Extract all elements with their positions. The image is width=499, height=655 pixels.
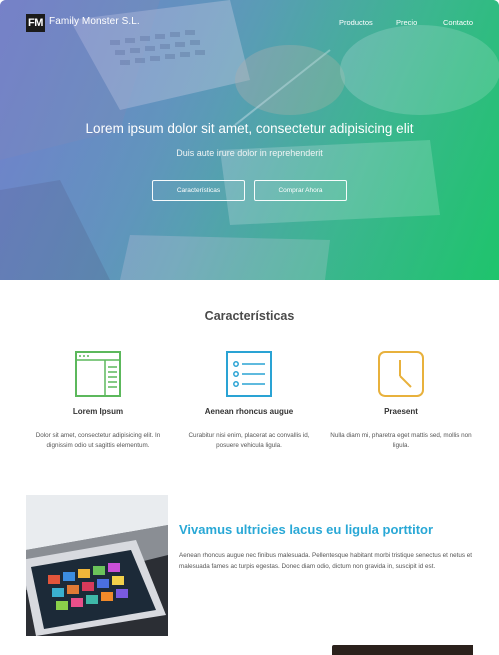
nav-link-contacto[interactable]: Contacto — [443, 18, 473, 27]
feature-title: Lorem Ipsum — [72, 407, 124, 416]
hero-title: Lorem ipsum dolor sit amet, consectetur … — [85, 121, 414, 136]
section-title: Vivamus ultricies lacus eu ligula portti… — [179, 522, 434, 537]
feature-card: Lorem Ipsum Dolor sit amet, consectetur … — [23, 350, 173, 451]
bottom-section-image — [332, 645, 473, 655]
feature-text: Nulla diam mi, pharetra eget mattis sed,… — [330, 432, 472, 449]
feature-text: Dolor sit amet, consectetur adipisicing … — [35, 432, 161, 449]
feature-title: Aenean rhoncus augue — [204, 407, 294, 416]
section-text: Aenean rhoncus augue nec finibus malesua… — [179, 552, 472, 570]
tablet-photo — [26, 495, 168, 636]
nav-link-productos[interactable]: Productos — [339, 18, 373, 27]
feature-card: Praesent Nulla diam mi, pharetra eget ma… — [326, 350, 476, 451]
logo-mark[interactable]: FM — [26, 14, 45, 32]
comprar-ahora-button[interactable]: Comprar Ahora — [254, 180, 347, 201]
feature-text: Curabitur nisi enim, placerat ac convall… — [188, 432, 310, 449]
features-title: Características — [204, 309, 295, 323]
caracteristicas-button[interactable]: Características — [152, 180, 245, 201]
clock-icon — [378, 351, 424, 397]
browser-window-icon — [75, 351, 121, 397]
feature-card: Aenean rhoncus augue Curabitur nisi enim… — [174, 350, 324, 451]
brand-name[interactable]: Family Monster S.L. — [49, 16, 140, 27]
top-navigation: FM Family Monster S.L. Productos Precio … — [0, 0, 499, 46]
nav-link-precio[interactable]: Precio — [396, 18, 417, 27]
hero-section: FM Family Monster S.L. Productos Precio … — [0, 0, 499, 280]
feature-title: Praesent — [384, 407, 418, 416]
hero-subtitle: Duis aute irure dolor in reprehenderit — [176, 148, 323, 158]
landing-page: FM Family Monster S.L. Productos Precio … — [0, 0, 499, 655]
list-icon — [226, 351, 272, 397]
